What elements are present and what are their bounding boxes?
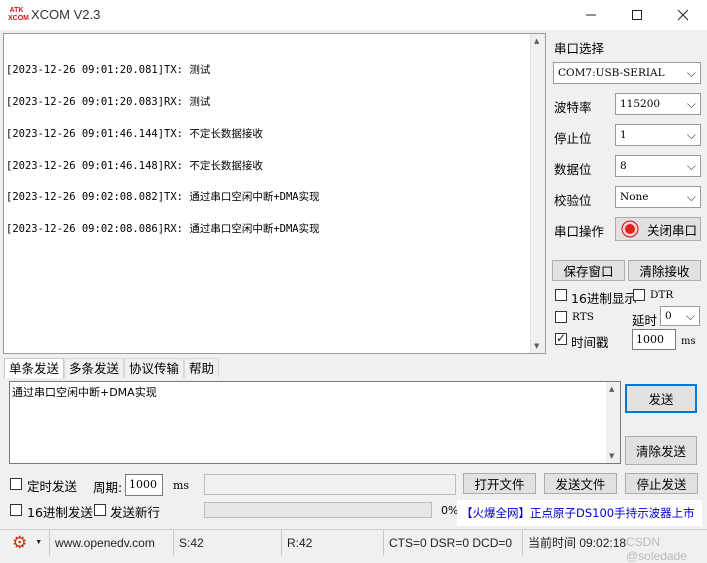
parity-select[interactable]: None ⌵	[615, 186, 701, 208]
log-line: [2023-12-26 09:01:46.148]RX: 不定长数据接收	[6, 159, 263, 172]
tab-protocol[interactable]: 协议传输	[124, 358, 185, 378]
delay-value: 0	[665, 310, 672, 322]
timestamp-unit: ms	[681, 336, 696, 347]
chevron-down-icon: ⌵	[686, 66, 696, 80]
dtr-label: DTR	[650, 289, 674, 301]
period-label: 周期:	[93, 480, 123, 495]
send-text: 通过串口空闲中断+DMA实现	[12, 386, 157, 399]
save-window-button[interactable]: 保存窗口	[552, 260, 625, 281]
title-bar: ATK XCOM XCOM V2.3	[0, 0, 707, 30]
window-title: XCOM V2.3	[31, 7, 101, 22]
send-button[interactable]: 发送	[625, 384, 697, 413]
hex-send-label: 16进制发送	[27, 505, 93, 520]
hex-send-checkbox[interactable]	[10, 504, 22, 516]
period-unit: ms	[173, 479, 190, 492]
timestamp-input[interactable]: 1000	[632, 329, 676, 350]
timed-send-label: 定时发送	[27, 479, 78, 494]
hex-display-label: 16进制显示	[571, 291, 637, 306]
receive-log[interactable]: [2023-12-26 09:01:20.081]TX: 测试 [2023-12…	[3, 33, 546, 354]
watermark: CSDN @soledade	[626, 535, 687, 563]
settings-button[interactable]: ⚙ ▼	[0, 530, 50, 556]
port-select[interactable]: COM7:USB-SERIAL ⌵	[553, 62, 701, 84]
port-select-label: 串口选择	[554, 41, 605, 56]
line-status: CTS=0 DSR=0 DCD=0	[384, 530, 523, 556]
period-input[interactable]: 1000	[125, 474, 163, 496]
close-port-label: 关闭串口	[647, 222, 698, 238]
log-line: [2023-12-26 09:02:08.086]RX: 通过串口空闲中断+DM…	[6, 223, 320, 236]
send-scrollbar[interactable]: ▲ ▼	[606, 382, 620, 463]
log-line: [2023-12-26 09:01:46.144]TX: 不定长数据接收	[6, 127, 263, 140]
clear-send-button[interactable]: 清除发送	[625, 436, 697, 465]
chevron-down-icon: ⌵	[685, 309, 695, 323]
timestamp-label: 时间戳	[571, 335, 609, 350]
stop-send-button[interactable]: 停止发送	[625, 473, 698, 494]
chevron-down-icon: ⌵	[686, 128, 696, 142]
log-line: [2023-12-26 09:01:20.083]RX: 测试	[6, 95, 211, 108]
status-bar: ⚙ ▼ www.openedv.com S:42 R:42 CTS=0 DSR=…	[0, 529, 707, 556]
databit-label: 数据位	[554, 162, 592, 177]
tab-help[interactable]: 帮助	[184, 358, 220, 378]
hex-display-checkbox[interactable]	[555, 289, 567, 301]
dtr-checkbox[interactable]	[633, 289, 645, 301]
stopbit-value: 1	[620, 129, 627, 141]
maximize-icon[interactable]	[614, 0, 660, 30]
delay-spinner[interactable]: 0 ⌵	[660, 306, 700, 326]
timed-send-checkbox[interactable]	[10, 478, 22, 490]
send-file-button[interactable]: 发送文件	[544, 473, 617, 494]
promo-link[interactable]: 【火爆全网】正点原子DS100手持示波器上市	[457, 500, 702, 526]
log-lines: [2023-12-26 09:01:20.081]TX: 测试 [2023-12…	[6, 44, 320, 256]
log-line: [2023-12-26 09:01:20.081]TX: 测试	[6, 64, 211, 77]
record-icon	[621, 220, 639, 238]
open-file-button[interactable]: 打开文件	[463, 473, 536, 494]
tab-multi-send[interactable]: 多条发送	[64, 358, 125, 378]
scroll-down-icon[interactable]: ▼	[609, 452, 614, 460]
newline-checkbox[interactable]	[94, 504, 106, 516]
stopbit-select[interactable]: 1 ⌵	[615, 124, 701, 146]
chevron-down-icon: ▼	[35, 539, 43, 546]
baud-value: 115200	[620, 98, 661, 110]
send-progress-bar	[204, 502, 432, 518]
gear-icon: ⚙	[12, 533, 28, 552]
sent-count: S:42	[174, 530, 282, 556]
log-line: [2023-12-26 09:02:08.082]TX: 通过串口空闲中断+DM…	[6, 191, 320, 204]
baud-select[interactable]: 115200 ⌵	[615, 93, 701, 115]
app-logo: ATK XCOM	[8, 7, 29, 24]
parity-label: 校验位	[554, 193, 592, 208]
databit-select[interactable]: 8 ⌵	[615, 155, 701, 177]
scroll-up-icon[interactable]: ▲	[534, 37, 539, 45]
tab-single-send[interactable]: 单条发送	[4, 358, 65, 378]
scroll-up-icon[interactable]: ▲	[609, 385, 614, 393]
send-textarea[interactable]: 通过串口空闲中断+DMA实现 ▲ ▼	[9, 381, 621, 464]
stopbit-label: 停止位	[554, 131, 592, 146]
port-select-value: COM7:USB-SERIAL	[558, 67, 665, 79]
progress-percent: 0%	[441, 504, 459, 517]
close-icon[interactable]	[660, 0, 706, 30]
chevron-down-icon: ⌵	[686, 97, 696, 111]
databit-value: 8	[620, 160, 627, 172]
port-op-label: 串口操作	[554, 224, 605, 239]
website-link[interactable]: www.openedv.com	[50, 530, 174, 556]
baud-label: 波特率	[554, 100, 592, 115]
file-path-input[interactable]	[204, 474, 456, 495]
chevron-down-icon: ⌵	[686, 190, 696, 204]
rts-label: RTS	[572, 311, 594, 323]
clear-receive-button[interactable]: 清除接收	[628, 260, 701, 281]
timestamp-checkbox[interactable]	[555, 331, 567, 345]
minimize-icon[interactable]	[568, 0, 614, 30]
scroll-down-icon[interactable]: ▼	[534, 342, 539, 350]
rts-checkbox[interactable]	[555, 311, 567, 323]
parity-value: None	[620, 191, 649, 203]
chevron-down-icon: ⌵	[686, 159, 696, 173]
log-scrollbar[interactable]: ▲ ▼	[530, 34, 545, 353]
close-port-button[interactable]: 关闭串口	[615, 217, 701, 241]
received-count: R:42	[282, 530, 384, 556]
newline-label: 发送新行	[110, 505, 161, 520]
delay-label: 延时	[632, 313, 658, 328]
